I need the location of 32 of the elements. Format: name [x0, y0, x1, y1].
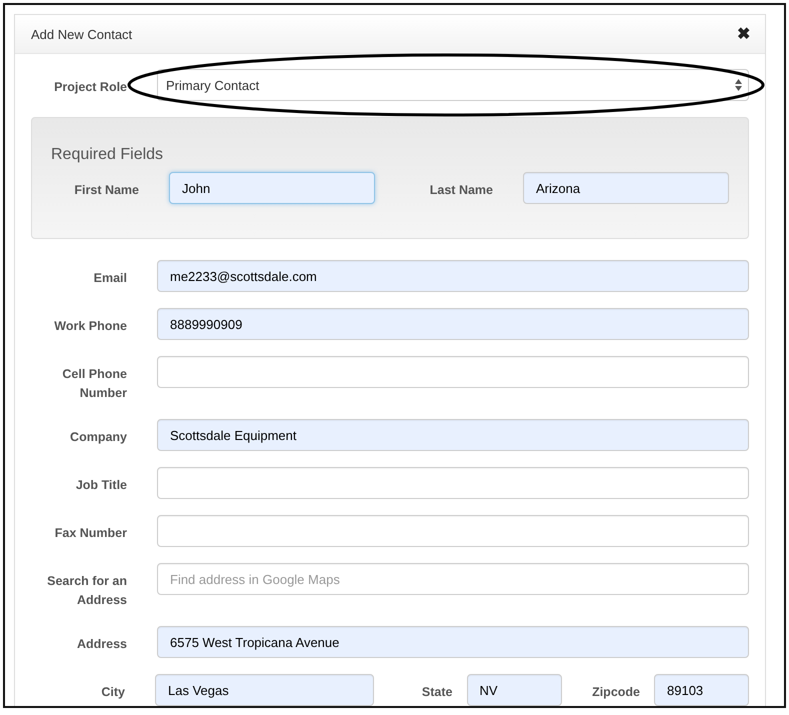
input-field[interactable]: [157, 356, 749, 388]
input-field[interactable]: me2233@scottsdale.com: [157, 260, 749, 292]
dialog-title: Add New Contact: [31, 26, 132, 42]
field-label: First Name: [73, 182, 139, 199]
sort-arrows-icon: [735, 79, 742, 91]
field-label: Zipcode: [591, 684, 640, 701]
input-field[interactable]: Find address in Google Maps: [157, 563, 749, 595]
field-label: Job Title: [74, 477, 127, 494]
input-field[interactable]: [157, 467, 749, 499]
input-field[interactable]: 6575 West Tropicana Avenue: [157, 626, 749, 658]
field-label: City: [100, 684, 126, 701]
field-label: Last Name: [428, 182, 493, 199]
field-label: Address: [76, 636, 127, 653]
field-label: Email: [92, 270, 127, 287]
close-button[interactable]: ✖: [737, 24, 750, 44]
field-label: Company: [69, 429, 127, 446]
field-label: Cell Phone Number: [61, 366, 127, 402]
field-label: Project Role: [53, 79, 127, 96]
field-label: Work Phone: [53, 318, 127, 335]
field-label: Fax Number: [54, 525, 127, 542]
input-field[interactable]: [157, 515, 749, 547]
input-field[interactable]: John: [169, 172, 375, 204]
select-field[interactable]: Primary Contact: [157, 69, 749, 101]
field-label: State: [420, 684, 452, 701]
input-field[interactable]: Arizona: [523, 172, 729, 204]
field-label: Search for an Address: [46, 573, 127, 609]
input-field[interactable]: Las Vegas: [155, 674, 374, 706]
input-field[interactable]: 8889990909: [157, 308, 749, 340]
input-field[interactable]: 89103: [654, 674, 749, 706]
input-field[interactable]: Scottsdale Equipment: [157, 419, 749, 451]
input-field[interactable]: NV: [466, 674, 562, 706]
section-heading: Required Fields: [51, 146, 164, 164]
